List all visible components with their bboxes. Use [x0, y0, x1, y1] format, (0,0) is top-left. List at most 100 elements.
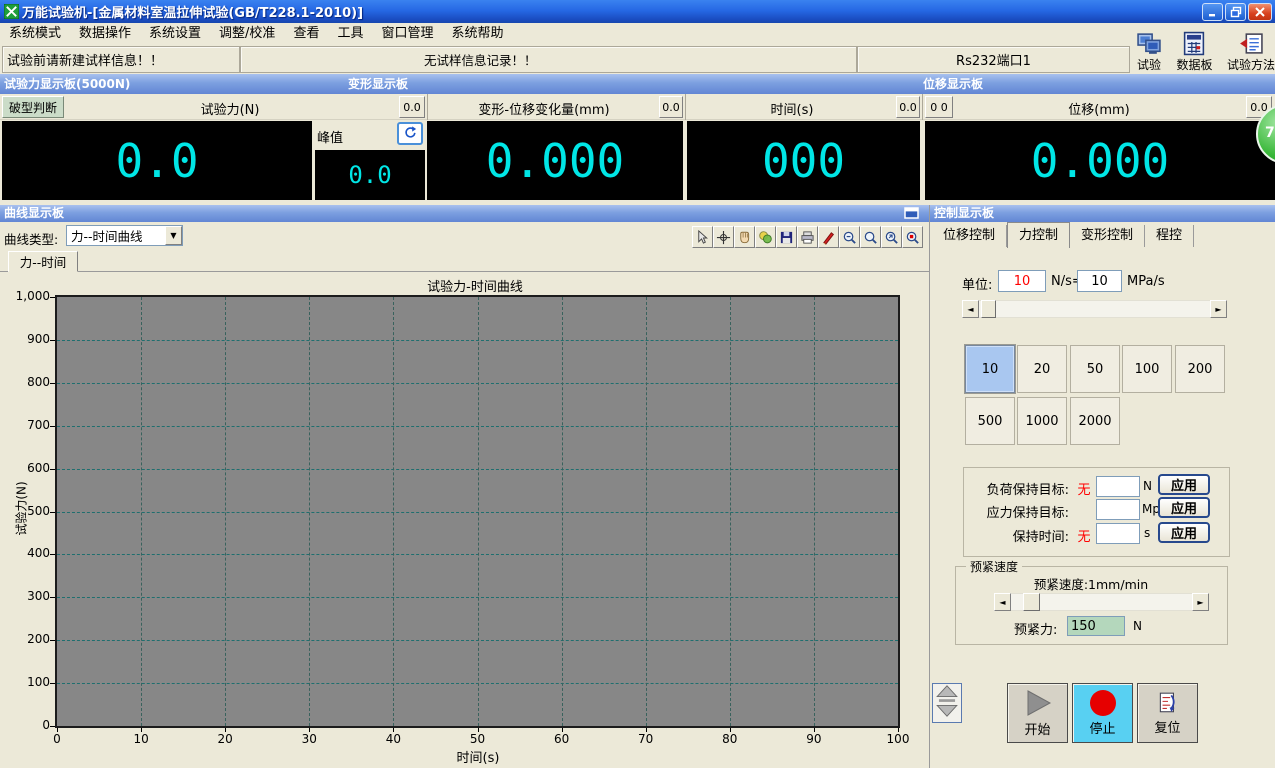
speed-10-button[interactable]: 10 [965, 345, 1015, 393]
minimize-button[interactable] [1202, 3, 1223, 21]
x-tick-mark-40 [393, 728, 394, 732]
force-panel-header: 试验力显示板(5000N) [4, 74, 130, 94]
v-gridline-10 [141, 297, 142, 726]
break-detect-button[interactable]: 破型判断 [2, 96, 64, 118]
v-gridline-30 [309, 297, 310, 726]
pen-icon [821, 230, 836, 245]
preload-scroll-left-icon[interactable]: ◄ [994, 593, 1011, 611]
menu-item-0[interactable]: 系统模式 [0, 23, 70, 45]
force-rate-input[interactable] [998, 270, 1046, 292]
force-label: 试验力(N) [65, 99, 395, 118]
stress-hold-label: 应力保持目标: [969, 502, 1069, 521]
preload-force-input[interactable] [1067, 616, 1125, 636]
status-message-center: 无试样信息记录！！ [424, 50, 537, 69]
scroll-left-icon[interactable]: ◄ [962, 300, 979, 318]
stress-hold-input[interactable] [1096, 499, 1140, 520]
restore-button[interactable] [1225, 3, 1246, 21]
speed-20-button[interactable]: 20 [1017, 345, 1067, 393]
rate-scrollbar[interactable]: ◄ ► [962, 300, 1227, 318]
x-tick-mark-20 [225, 728, 226, 732]
stop-button[interactable]: 停止 [1072, 683, 1133, 743]
speed-100-button[interactable]: 100 [1122, 345, 1172, 393]
y-tick-label-300: 300 [0, 589, 50, 603]
v-gridline-40 [393, 297, 394, 726]
menu-item-2[interactable]: 系统设置 [140, 23, 210, 45]
tab-变形控制[interactable]: 变形控制 [1070, 225, 1145, 247]
speed-50-button[interactable]: 50 [1070, 345, 1120, 393]
rate-scrollbar-thumb[interactable] [981, 300, 996, 318]
zoom-button[interactable] [860, 226, 881, 248]
temperature-badge-value: 70 [1265, 125, 1275, 141]
tab-force-time[interactable]: 力--时间 [8, 251, 78, 272]
test-method-toolbar-button[interactable]: 试验方法 [1227, 31, 1275, 73]
test-toolbar-button[interactable]: 试验 [1136, 31, 1162, 73]
data-board-icon [1181, 31, 1207, 56]
zoom-reset-button[interactable] [902, 226, 923, 248]
speed-1000-button[interactable]: 1000 [1017, 397, 1067, 445]
x-tick-label-100: 100 [878, 732, 918, 746]
tab-力控制[interactable]: 力控制 [1007, 222, 1070, 248]
menu-item-6[interactable]: 窗口管理 [372, 23, 442, 45]
jog-button[interactable] [932, 683, 962, 723]
zoom-window-button[interactable] [881, 226, 902, 248]
select-cursor-button[interactable] [692, 226, 713, 248]
start-button[interactable]: 开始 [1007, 683, 1068, 743]
load-hold-apply-button[interactable]: 应用 [1158, 474, 1210, 495]
data-board-toolbar-button[interactable]: 数据板 [1176, 31, 1212, 73]
preload-speed-label: 预紧速度:1mm/min [1001, 574, 1181, 593]
x-tick-mark-50 [478, 728, 479, 732]
scroll-right-icon[interactable]: ► [1210, 300, 1227, 318]
menu-item-3[interactable]: 调整/校准 [210, 23, 284, 45]
save-button[interactable] [776, 226, 797, 248]
preload-scrollbar[interactable]: ◄ ► [994, 593, 1209, 611]
preload-scroll-right-icon[interactable]: ► [1192, 593, 1209, 611]
save-icon [779, 230, 794, 245]
zoom-icon [863, 230, 878, 245]
preload-scrollbar-thumb[interactable] [1023, 593, 1040, 611]
speed-200-button[interactable]: 200 [1175, 345, 1225, 393]
palette-button[interactable] [755, 226, 776, 248]
palette-icon [758, 230, 773, 245]
y-tick-mark-600 [50, 469, 55, 470]
zoom-out-button[interactable] [839, 226, 860, 248]
deform-label: 变形-位移变化量(mm) [430, 99, 658, 118]
pen-button[interactable] [818, 226, 839, 248]
x-tick-label-50: 50 [458, 732, 498, 746]
menu-item-1[interactable]: 数据操作 [70, 23, 140, 45]
stress-hold-apply-button[interactable]: 应用 [1158, 497, 1210, 518]
menu-item-4[interactable]: 查看 [284, 23, 328, 45]
zoom-window-icon [884, 230, 899, 245]
stress-rate-input[interactable] [1077, 270, 1122, 292]
reset-button[interactable]: 复位 [1137, 683, 1198, 743]
y-tick-label-100: 100 [0, 675, 50, 689]
menu-bar: 系统模式数据操作系统设置调整/校准查看工具窗口管理系统帮助 [0, 23, 1275, 45]
peak-refresh-button[interactable] [397, 122, 423, 145]
stop-button-label: 停止 [1089, 718, 1115, 737]
y-tick-label-1000: 1,000 [0, 289, 50, 303]
speed-500-button[interactable]: 500 [965, 397, 1015, 445]
y-tick-mark-800 [50, 383, 55, 384]
preload-scrollbar-track[interactable] [1011, 593, 1192, 611]
print-icon [800, 230, 815, 245]
hold-time-apply-button[interactable]: 应用 [1158, 522, 1210, 543]
speed-2000-button[interactable]: 2000 [1070, 397, 1120, 445]
y-tick-mark-700 [50, 426, 55, 427]
pan-hand-button[interactable] [734, 226, 755, 248]
tab-程控[interactable]: 程控 [1145, 225, 1194, 247]
control-tabs: 位移控制力控制变形控制程控 [932, 222, 1273, 248]
menu-item-5[interactable]: 工具 [328, 23, 372, 45]
x-tick-label-60: 60 [542, 732, 582, 746]
test-computers-icon [1136, 31, 1162, 56]
crosshair-button[interactable] [713, 226, 734, 248]
curve-type-dropdown[interactable]: 力--时间曲线 ▼ [66, 225, 183, 246]
status-cell-left: 试验前请新建试样信息！！ [2, 46, 240, 73]
curve-panel-window-button[interactable] [903, 207, 921, 220]
load-hold-input[interactable] [1096, 476, 1140, 497]
rate-scrollbar-track[interactable] [979, 300, 1210, 318]
close-button[interactable] [1248, 3, 1272, 21]
print-button[interactable] [797, 226, 818, 248]
menu-item-7[interactable]: 系统帮助 [442, 23, 512, 45]
tab-位移控制[interactable]: 位移控制 [932, 225, 1007, 247]
time-display: 000 [687, 121, 920, 200]
hold-time-input[interactable] [1096, 523, 1140, 544]
